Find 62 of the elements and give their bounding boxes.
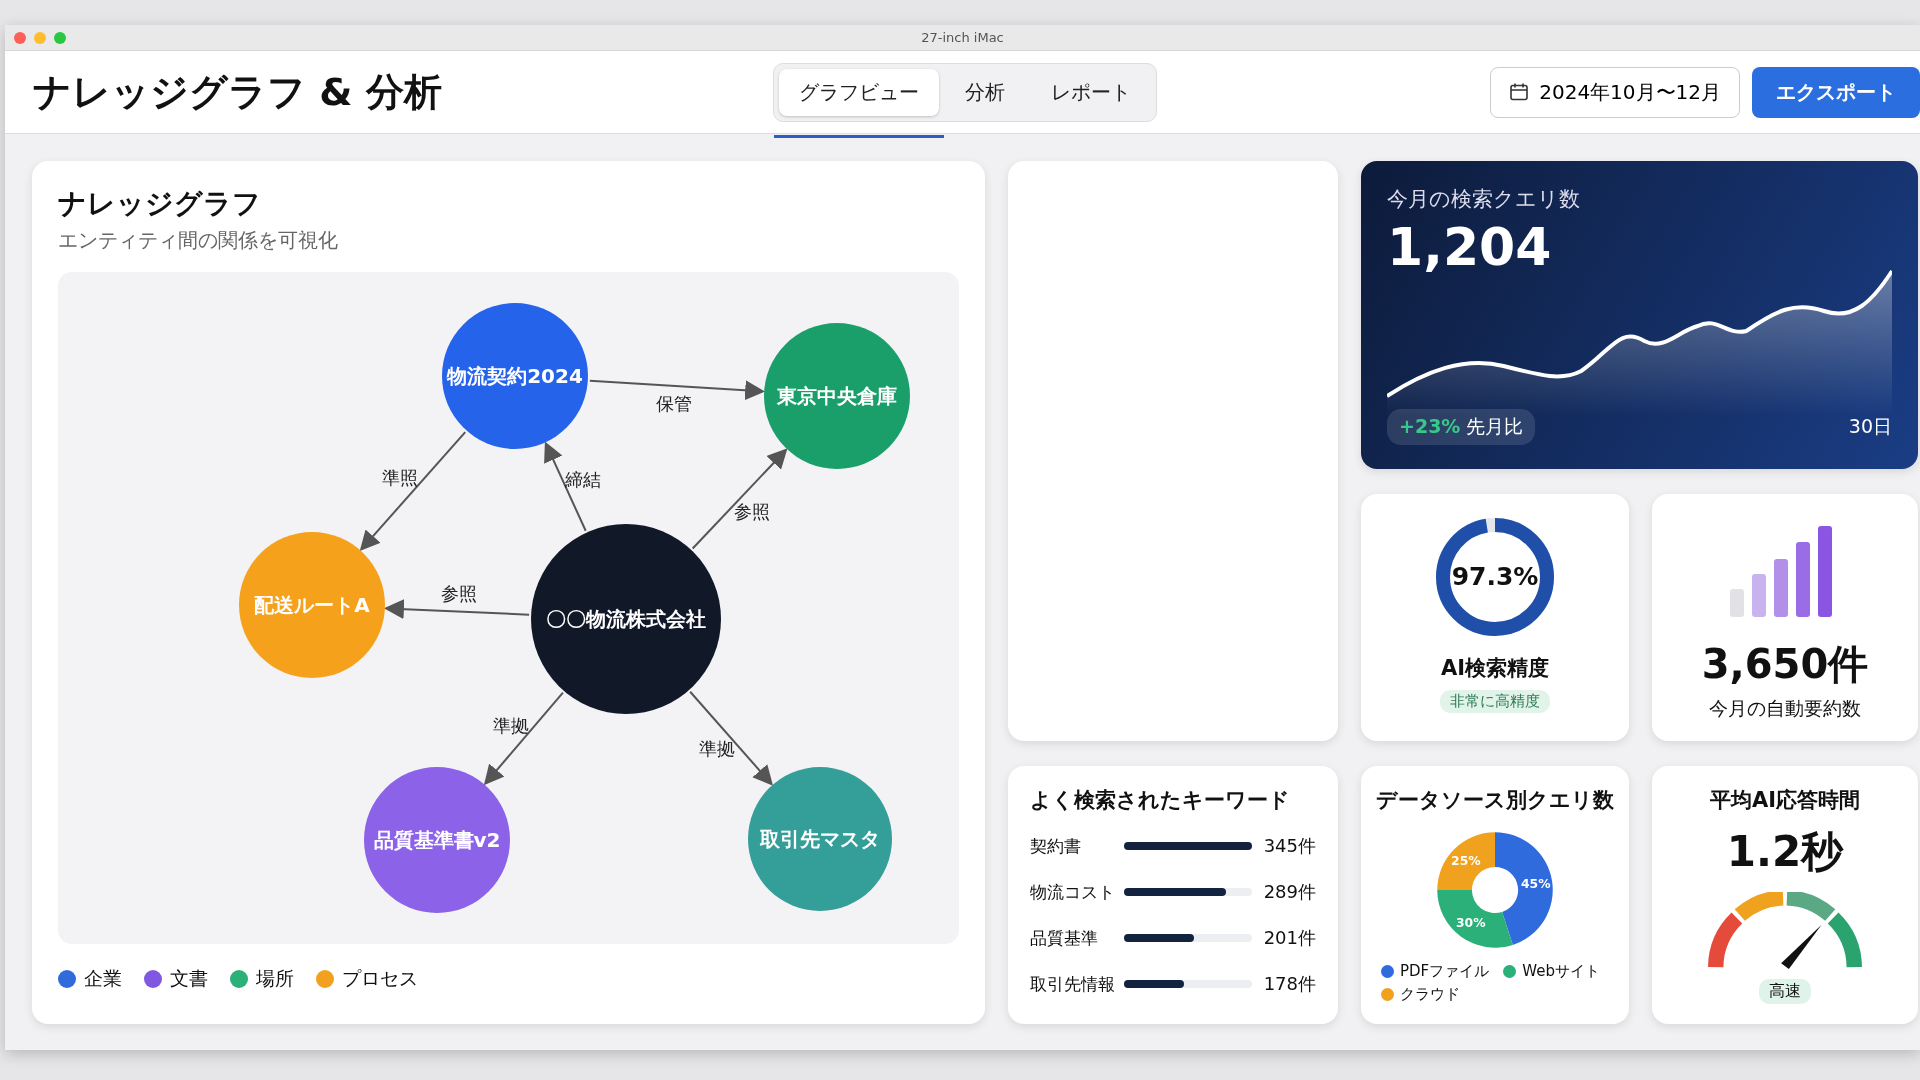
tab[interactable]: 分析 [945,68,1025,116]
node-label: 配送ルートA [254,593,370,617]
response-value: 1.2秒 [1726,826,1844,878]
legend-label: 企業 [84,966,122,991]
slice-label: 30% [1455,916,1486,931]
keyword-label: 品質基準 [1030,926,1099,950]
card-title: よく検索されたキーワード [1030,787,1291,814]
legend-label: 文書 [170,966,208,991]
metric-value: 1,204 [1387,217,1553,277]
legend-label: 場所 [256,966,294,991]
zoom-icon[interactable] [54,32,66,44]
card-title: データソース別クエリ数 [1376,787,1614,814]
export-button[interactable]: エクスポート [1752,66,1920,118]
node-label: 品質基準書v2 [373,828,501,852]
graph-node[interactable] [748,767,892,911]
slice-label: 25% [1451,853,1481,868]
change-badge: +23% 先月比 [1387,409,1536,445]
window-title: 27-inch iMac [921,30,1004,45]
card-title: ナレッジグラフ [58,186,262,222]
keyword-count: 201件 [1263,926,1316,950]
status-badge: 非常に高精度 [1440,690,1550,713]
edge-label: 準拠 [698,738,735,760]
edge-label: 参照 [441,582,478,604]
card-subtitle: エンティティ間の関係を可視化 [58,227,339,254]
graph-node[interactable] [442,303,588,449]
keyword-label: 契約書 [1030,834,1082,858]
node-label: 〇〇物流株式会社 [546,607,706,631]
edge-label: 参照 [733,501,770,523]
keyword-label: 取引先情報 [1030,972,1116,996]
edge-label: 準照 [382,467,419,489]
legend-label: PDFファイル [1400,962,1490,981]
period-label: 30日 [1848,414,1892,439]
edge-label: 保管 [656,392,693,414]
edge-label: 締結 [564,469,601,491]
keyword-count: 178件 [1263,972,1316,996]
summary-value: 3,650件 [1701,640,1869,689]
node-label: 東京中央倉庫 [777,384,897,408]
date-range-button[interactable]: 2024年10月〜12月 [1490,66,1740,118]
metric-label: 今月の検索クエリ数 [1387,186,1581,213]
close-icon[interactable] [14,32,26,44]
edge-label: 準拠 [493,714,529,736]
card-title: 平均AI応答時間 [1709,787,1861,814]
accuracy-label: AI検索精度 [1440,655,1550,682]
calendar-icon [1509,82,1530,102]
tab[interactable]: レポート [1031,68,1151,116]
keyword-count: 345件 [1263,834,1316,858]
legend-label: クラウド [1400,985,1460,1004]
node-label: 物流契約2024 [447,364,583,388]
keyword-count: 289件 [1263,880,1316,904]
slice-label: 45% [1520,876,1551,891]
graph-node[interactable] [364,767,510,913]
legend-label: Webサイト [1522,962,1600,981]
graph-node[interactable] [764,323,910,469]
legend-label: プロセス [342,966,418,991]
app-title: ナレッジグラフ & 分析 [33,68,443,116]
graph-node[interactable] [531,524,721,714]
summary-label: 今月の自動要約数 [1709,696,1861,721]
node-label: 取引先マスタ [760,827,880,851]
accuracy-value: 97.3% [1450,562,1540,591]
status-badge: 高速 [1759,979,1811,1004]
keyword-label: 物流コスト [1030,880,1116,904]
graph-node[interactable] [239,532,385,678]
